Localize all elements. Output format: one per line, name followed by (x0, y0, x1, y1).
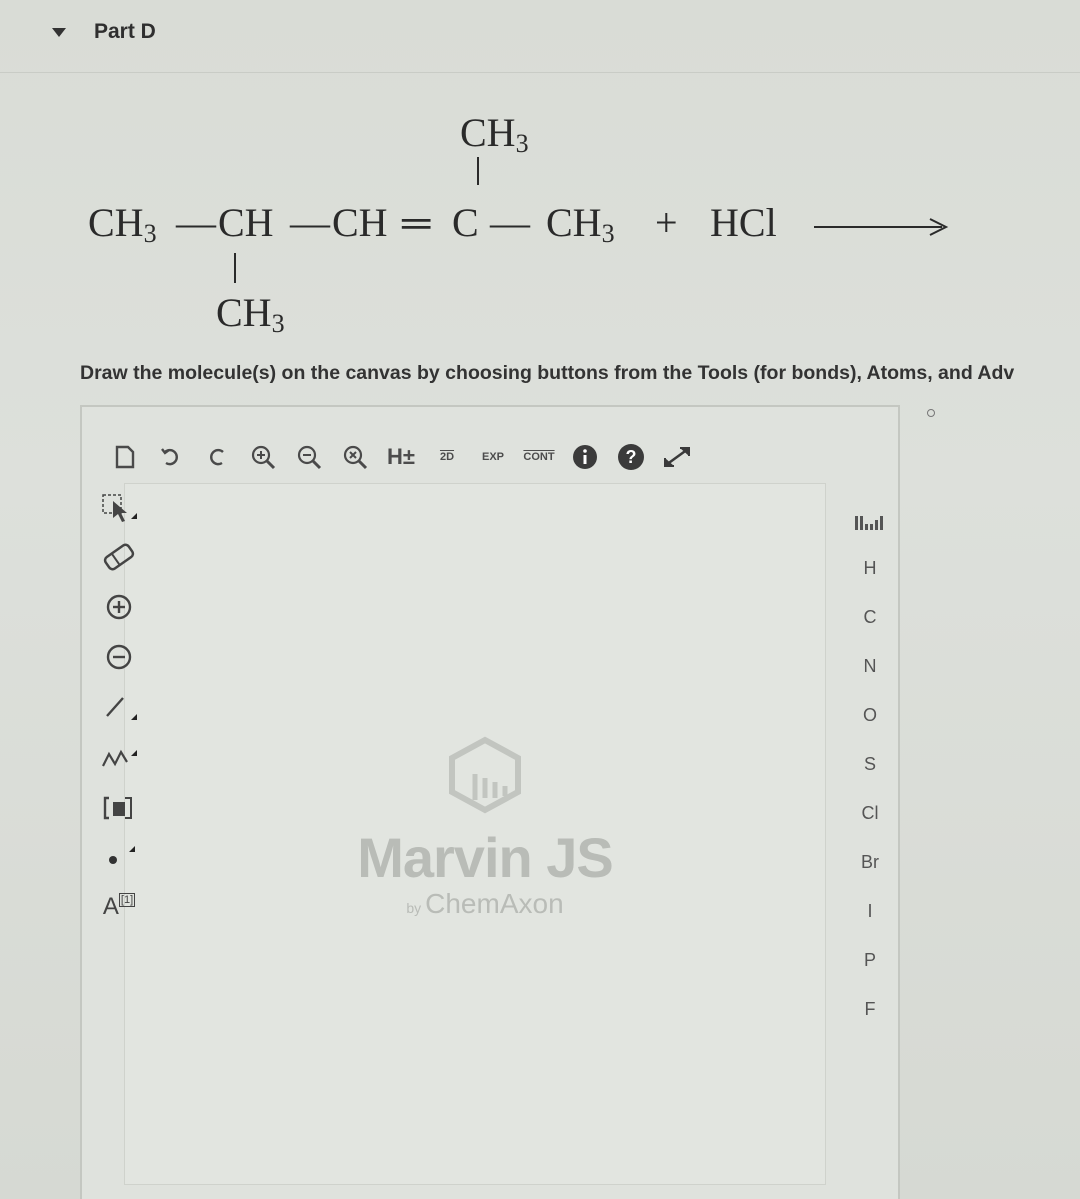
reaction-equation: CH3 CH3 — CH — CH ═ C — CH3 + HCl CH3 (0, 95, 1080, 355)
chain-atom-2: CH (218, 200, 274, 245)
atoms-toolbar: H C N O S Cl Br I P F (842, 500, 898, 1034)
part-header[interactable]: Part D (52, 18, 156, 46)
info-icon[interactable] (562, 437, 608, 477)
atom-button-o[interactable]: O (842, 691, 898, 740)
atom-button-f[interactable]: F (842, 985, 898, 1034)
undo-icon[interactable] (148, 437, 194, 477)
help-icon[interactable]: ? (608, 437, 654, 477)
instruction-text: Draw the molecule(s) on the canvas by ch… (80, 362, 1015, 384)
chain-bond-4: — (490, 200, 530, 245)
chain-bond-1: — (176, 200, 216, 245)
atom-button-p[interactable]: P (842, 936, 898, 985)
watermark-company: by ChemAxon (406, 888, 564, 919)
brackets-tool-icon[interactable] (94, 782, 144, 832)
bottom-methyl-bond (234, 253, 236, 283)
atom-map-tool[interactable]: A [1] (94, 882, 144, 932)
clean-2d-button[interactable]: 2D (424, 437, 470, 477)
resize-handle-icon[interactable] (927, 409, 935, 417)
collapse-caret-icon[interactable] (52, 27, 66, 37)
marvin-logo-icon (449, 736, 521, 814)
atom-button-n[interactable]: N (842, 642, 898, 691)
increase-charge-icon[interactable] (94, 582, 144, 632)
marvin-watermark: Marvin JS by ChemAxon (345, 734, 625, 920)
atom-button-cl[interactable]: Cl (842, 789, 898, 838)
selection-tool-icon[interactable] (94, 482, 144, 532)
contract-button[interactable]: CONT (516, 437, 562, 477)
part-title: Part D (94, 20, 156, 43)
expand-button[interactable]: EXP (470, 437, 516, 477)
zoom-reset-icon[interactable] (332, 437, 378, 477)
chain-tool-icon[interactable] (94, 732, 144, 782)
eraser-icon[interactable] (94, 532, 144, 582)
chain-double-bond: ═ (402, 200, 431, 245)
svg-text:?: ? (626, 447, 637, 467)
redo-icon[interactable] (194, 437, 240, 477)
reaction-arrow-icon (814, 218, 949, 236)
bottom-methyl-group: CH3 (216, 290, 285, 338)
plus-sign: + (655, 200, 678, 245)
zoom-in-icon[interactable] (240, 437, 286, 477)
single-bond-icon[interactable] (94, 682, 144, 732)
atom-button-h[interactable]: H (842, 544, 898, 593)
left-toolbar: A [1] (94, 482, 144, 932)
divider (0, 72, 1080, 73)
atom-button-br[interactable]: Br (842, 838, 898, 887)
chain-atom-3: CH (332, 200, 388, 245)
watermark-title: Marvin JS (357, 826, 614, 889)
chain-atom-4: C (452, 200, 479, 245)
decrease-charge-icon[interactable] (94, 632, 144, 682)
chain-atom-1: CH3 (88, 200, 157, 248)
drawing-canvas[interactable]: Marvin JS by ChemAxon (124, 483, 826, 1185)
atom-button-c[interactable]: C (842, 593, 898, 642)
zoom-out-icon[interactable] (286, 437, 332, 477)
periodic-table-icon[interactable] (842, 500, 898, 544)
fullscreen-icon[interactable] (654, 437, 700, 477)
top-methyl-bond (477, 157, 479, 185)
chain-bond-2: — (290, 200, 330, 245)
chain-atom-5: CH3 (546, 200, 615, 248)
new-document-icon[interactable] (102, 437, 148, 477)
atom-button-s[interactable]: S (842, 740, 898, 789)
atom-button-i[interactable]: I (842, 887, 898, 936)
marvin-editor: H± 2D EXP CONT ? Marvin JS by ChemAxon A… (80, 405, 900, 1199)
reagent-hcl: HCl (710, 200, 777, 245)
add-remove-hydrogens-button[interactable]: H± (378, 437, 424, 477)
radical-tool-icon[interactable] (94, 832, 144, 882)
top-toolbar: H± 2D EXP CONT ? (102, 437, 700, 477)
top-methyl-group: CH3 (460, 110, 529, 158)
